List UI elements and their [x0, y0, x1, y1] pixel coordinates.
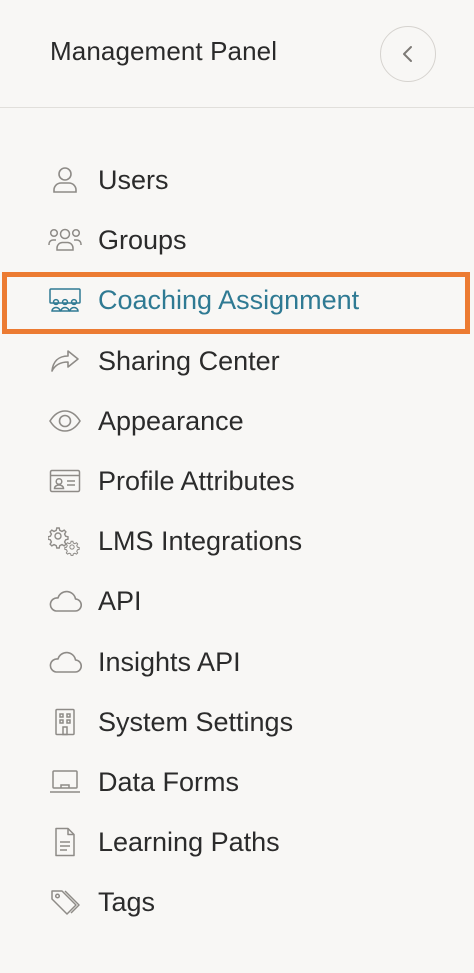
sidebar-item-api[interactable]: API	[0, 571, 474, 631]
document-icon	[48, 827, 82, 857]
sidebar-item-lms-integrations[interactable]: LMS Integrations	[0, 511, 474, 571]
sidebar-item-insights-api[interactable]: Insights API	[0, 632, 474, 692]
management-panel: Management Panel Users Groups Coaching A…	[0, 0, 474, 973]
sidebar-item-data-forms[interactable]: Data Forms	[0, 752, 474, 812]
sidebar-item-profile-attributes[interactable]: Profile Attributes	[0, 451, 474, 511]
sidebar-item-label: Sharing Center	[98, 345, 280, 376]
cloud-icon	[48, 586, 82, 616]
sidebar-item-learning-paths[interactable]: Learning Paths	[0, 812, 474, 872]
chevron-left-icon	[401, 44, 415, 64]
sidebar-item-tags[interactable]: Tags	[0, 872, 474, 932]
sidebar-item-label: Coaching Assignment	[98, 285, 360, 316]
sidebar-item-label: LMS Integrations	[98, 526, 303, 557]
sidebar-item-label: Users	[98, 165, 169, 196]
sidebar-item-label: System Settings	[98, 706, 294, 737]
sidebar-item-label: Profile Attributes	[98, 466, 295, 497]
sidebar-item-users[interactable]: Users	[0, 150, 474, 210]
id-card-icon	[48, 466, 82, 496]
sidebar-item-sharing-center[interactable]: Sharing Center	[0, 331, 474, 391]
cloud-icon	[48, 647, 82, 677]
share-arrow-icon	[48, 346, 82, 376]
sidebar-item-label: Appearance	[98, 405, 244, 436]
sidebar-item-label: Insights API	[98, 646, 241, 677]
panel-header: Management Panel	[0, 0, 474, 108]
laptop-icon	[48, 767, 82, 797]
coaching-icon	[48, 285, 82, 315]
tags-icon	[48, 887, 82, 917]
user-icon	[48, 165, 82, 195]
sidebar-item-label: Learning Paths	[98, 827, 280, 858]
sidebar-item-label: API	[98, 586, 142, 617]
sidebar-item-label: Tags	[98, 887, 156, 918]
sidebar-item-label: Data Forms	[98, 766, 240, 797]
sidebar-item-appearance[interactable]: Appearance	[0, 391, 474, 451]
sidebar-item-label: Groups	[98, 225, 187, 256]
sidebar-item-groups[interactable]: Groups	[0, 210, 474, 270]
sidebar-item-coaching-assignment[interactable]: Coaching Assignment	[0, 270, 474, 335]
sidebar-item-system-settings[interactable]: System Settings	[0, 692, 474, 752]
sidebar-nav: Users Groups Coaching Assignment Sharing…	[0, 150, 474, 932]
building-icon	[48, 707, 82, 737]
groups-icon	[48, 225, 82, 255]
collapse-panel-button[interactable]	[380, 26, 436, 82]
gears-icon	[48, 526, 82, 557]
panel-title: Management Panel	[50, 36, 278, 66]
eye-icon	[48, 406, 82, 436]
